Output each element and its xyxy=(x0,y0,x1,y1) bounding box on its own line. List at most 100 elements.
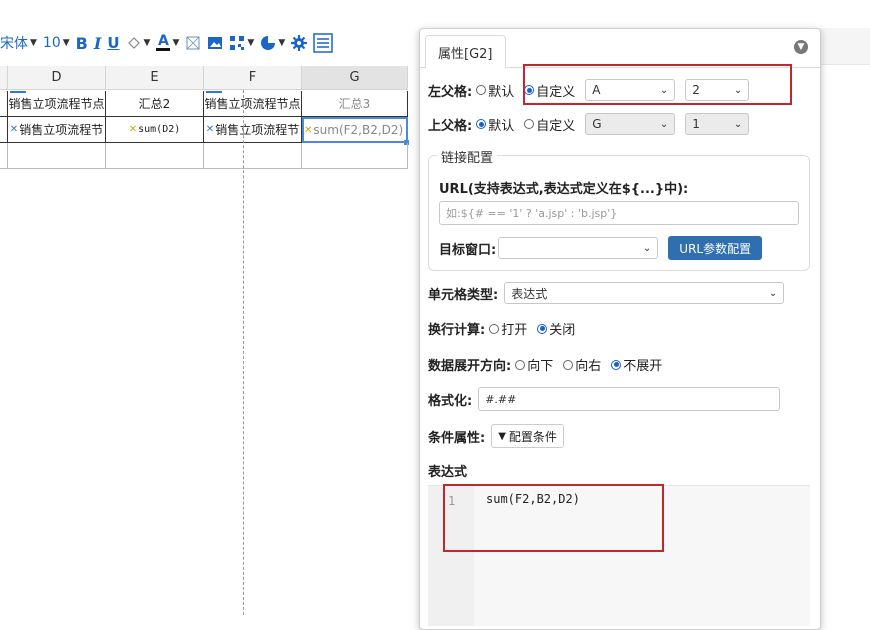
list-panel-icon xyxy=(313,33,333,53)
column-header-c[interactable] xyxy=(0,66,8,90)
gear-icon xyxy=(291,35,308,51)
cell-c2[interactable] xyxy=(0,117,8,143)
format-toolbar: 宋体 ▼ 10 ▼ B I U ▼ A ▼ ▼ ▼ xyxy=(0,28,420,58)
wrap-off-radio[interactable]: 关闭 xyxy=(533,319,575,338)
top-parent-row-select[interactable]: 1 ⌄ xyxy=(685,113,750,135)
bold-button[interactable]: B xyxy=(76,34,88,53)
cell-g1[interactable]: 汇总3 xyxy=(302,91,408,117)
format-row: 格式化: #.## xyxy=(428,387,781,411)
font-family-value: 宋体 xyxy=(0,36,28,52)
format-input[interactable]: #.## xyxy=(478,387,781,411)
image-icon xyxy=(208,37,223,49)
tab-properties[interactable]: 属性[G2] xyxy=(425,35,506,69)
cell-c3[interactable] xyxy=(0,143,8,169)
properties-button[interactable] xyxy=(313,33,333,53)
chevron-down-icon: ⌄ xyxy=(768,287,778,299)
top-parent-default-radio[interactable]: 默认 xyxy=(472,115,514,134)
select-value: 表达式 xyxy=(511,286,548,301)
expand-right-indicator xyxy=(206,91,222,93)
cell-f2[interactable]: ✕ 销售立项流程节 xyxy=(204,117,302,143)
settings-button[interactable] xyxy=(291,35,308,51)
target-window-select[interactable]: ⌄ xyxy=(498,237,659,259)
radio-label: 关闭 xyxy=(549,323,576,338)
collapse-icon[interactable]: ▼ xyxy=(794,40,808,54)
cell-e3[interactable] xyxy=(106,143,204,169)
wrap-on-radio[interactable]: 打开 xyxy=(485,319,527,338)
configure-condition-button[interactable]: ▼ 配置条件 xyxy=(491,424,564,448)
top-parent-column-select[interactable]: G ⌄ xyxy=(585,113,676,135)
insert-image-button[interactable] xyxy=(207,35,223,51)
button-label: 配置条件 xyxy=(508,429,557,444)
cell-type-label: 单元格类型: xyxy=(428,287,499,303)
chart-button[interactable]: ▼ xyxy=(260,35,285,51)
barcode-button[interactable]: ▼ xyxy=(229,35,254,51)
radio-icon xyxy=(489,323,500,334)
radio-icon xyxy=(563,359,574,370)
column-header-f[interactable]: F xyxy=(204,66,302,90)
radio-label: 默认 xyxy=(488,84,515,100)
condition-label: 条件属性: xyxy=(428,430,486,446)
target-window-label: 目标窗口: xyxy=(439,242,497,258)
select-value: 1 xyxy=(692,117,700,131)
url-params-button[interactable]: URL参数配置 xyxy=(668,236,763,260)
cell-f3[interactable] xyxy=(204,143,302,169)
link-config-group: 链接配置 URL(支持表达式,表达式定义在${...}中): 如:${# == … xyxy=(428,147,810,271)
cell-g3[interactable] xyxy=(302,143,408,169)
expression-label: 表达式 xyxy=(428,465,468,480)
radio-icon xyxy=(476,85,487,95)
italic-button[interactable]: I xyxy=(94,34,101,53)
url-input[interactable]: 如:${# == '1' ? 'a.jsp' : 'b.jsp'} xyxy=(439,201,799,225)
left-parent-default-radio[interactable]: 默认 xyxy=(472,81,514,100)
left-parent-label: 左父格: xyxy=(428,84,473,100)
expand-right-radio[interactable]: 向右 xyxy=(559,355,601,374)
font-color-button[interactable]: A ▼ xyxy=(156,34,180,51)
link-config-legend: 链接配置 xyxy=(437,147,498,166)
cell-f1[interactable]: 销售立项流程节点 xyxy=(204,91,302,117)
chevron-down-icon: ⌄ xyxy=(733,118,743,130)
top-parent-custom-radio[interactable]: 自定义 xyxy=(520,115,575,134)
cell-g2[interactable]: ✕ sum(F2,B2,D2) xyxy=(302,117,408,143)
expand-right-indicator xyxy=(10,91,26,93)
cell-f2-text: 销售立项流程节 xyxy=(215,123,300,137)
radio-label: 向下 xyxy=(527,359,554,374)
chevron-down-icon: ⌄ xyxy=(659,118,669,130)
expression-label-row: 表达式 xyxy=(428,461,467,480)
expression-icon: ✕ xyxy=(304,124,313,136)
column-header-e[interactable]: E xyxy=(106,66,204,90)
cell-d1[interactable]: 销售立项流程节点 xyxy=(8,91,106,117)
wrap-label: 换行计算: xyxy=(428,323,486,338)
expression-icon: ✕ xyxy=(128,124,138,135)
radio-label: 向右 xyxy=(575,359,602,374)
font-size-select[interactable]: 10 ▼ xyxy=(43,35,70,51)
underline-button[interactable]: U xyxy=(107,34,119,52)
chevron-down-icon: ▼ xyxy=(30,38,37,48)
fill-color-button[interactable]: ▼ xyxy=(126,35,150,51)
cell-g1-text: 汇总3 xyxy=(338,97,371,111)
expand-down-icon: ✕ xyxy=(205,124,215,135)
cell-type-row: 单元格类型: 表达式 ⌄ xyxy=(428,282,785,304)
cell-e2-text: sum(D2) xyxy=(138,124,181,135)
font-family-select[interactable]: 宋体 ▼ xyxy=(0,33,37,53)
url-label: URL(支持表达式,表达式定义在${...}中): xyxy=(439,182,689,197)
cell-type-select[interactable]: 表达式 ⌄ xyxy=(504,282,785,304)
cell-d3[interactable] xyxy=(8,143,106,169)
cell-c1[interactable] xyxy=(0,91,8,117)
cell-d2[interactable]: ✕ 销售立项流程节 xyxy=(8,117,106,143)
column-header-g[interactable]: G xyxy=(302,66,408,90)
chevron-down-icon: ▼ xyxy=(172,38,180,48)
cell-e1[interactable]: 汇总2 xyxy=(106,91,204,117)
radio-checked-icon xyxy=(476,119,487,129)
radio-icon xyxy=(515,359,526,370)
font-size-value: 10 xyxy=(42,35,61,51)
expand-none-radio[interactable]: 不展开 xyxy=(607,355,662,374)
expand-down-radio[interactable]: 向下 xyxy=(511,355,553,374)
cell-g2-text: sum(F2,B2,D2) xyxy=(313,123,404,137)
column-header-d[interactable]: D xyxy=(8,66,106,90)
format-label: 格式化: xyxy=(428,393,473,409)
border-button[interactable] xyxy=(185,35,201,51)
radio-checked-icon xyxy=(537,323,548,334)
chevron-down-icon: ▼ xyxy=(247,38,255,48)
border-icon xyxy=(186,36,200,50)
wrap-row: 换行计算: 打开 关闭 xyxy=(428,319,581,338)
cell-e2[interactable]: ✕ sum(D2) xyxy=(106,117,204,143)
